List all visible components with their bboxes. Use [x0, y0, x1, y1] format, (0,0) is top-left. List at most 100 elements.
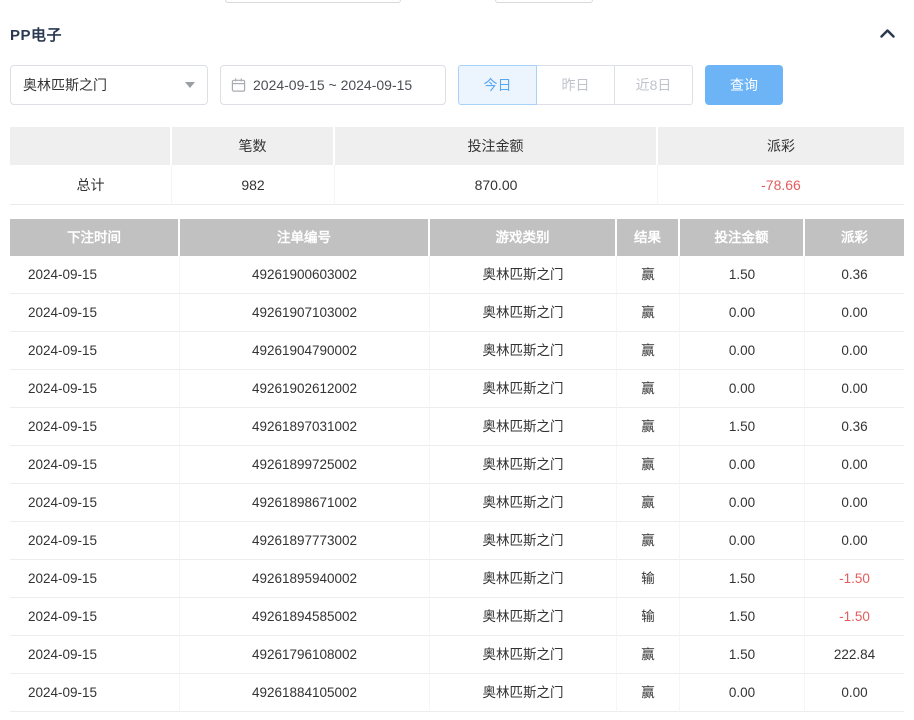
payout-cell: -1.50: [805, 560, 904, 598]
bet-time-cell: 2024-09-15: [10, 522, 180, 560]
table-row: 2024-09-15 49261907103002 奥林匹斯之门赢 0.00 0.00: [10, 294, 904, 332]
result-cell: 输: [617, 598, 680, 636]
bet-amount-cell: 0.00: [680, 332, 805, 370]
table-row: 2024-09-15 49261900603002 奥林匹斯之门赢 1.50 0.36: [10, 256, 904, 294]
pp-games-section: PP电子 奥林匹斯之门 2024-09-15 ~ 2024-09-15 今日 昨日…: [0, 0, 914, 720]
bet-time-cell: 2024-09-15: [10, 598, 180, 636]
game-select-value: 奥林匹斯之门: [23, 77, 107, 93]
payout-cell: 0.36: [805, 408, 904, 446]
chevron-down-icon: [185, 82, 195, 88]
bet-time-cell: 2024-09-15: [10, 446, 180, 484]
summary-header-payout: 派彩: [658, 127, 904, 165]
cutoff-input-fragment: [225, 0, 401, 3]
game-select[interactable]: 奥林匹斯之门: [10, 65, 208, 105]
result-cell: 赢: [617, 332, 680, 370]
payout-cell: 0.00: [805, 332, 904, 370]
bet-time-cell: 2024-09-15: [10, 256, 180, 294]
bet-id-cell: 49261900603002: [180, 256, 430, 294]
game-type-cell: 奥林匹斯之门: [430, 674, 617, 712]
table-header-row: 下注时间 注单编号 游戏类别 结果 投注金额 派彩: [10, 219, 904, 256]
bet-amount-cell: 1.50: [680, 598, 805, 636]
search-button[interactable]: 查询: [705, 65, 783, 105]
bet-amount-cell: 0.00: [680, 522, 805, 560]
header-payout: 派彩: [805, 219, 904, 256]
cutoff-input-fragment: [495, 0, 593, 3]
result-cell: 赢: [617, 370, 680, 408]
bet-amount-cell: 1.50: [680, 560, 805, 598]
header-bet-time: 下注时间: [10, 219, 180, 256]
date-range-input[interactable]: 2024-09-15 ~ 2024-09-15: [220, 65, 446, 105]
payout-cell: 0.00: [805, 484, 904, 522]
quick-filter-last8days[interactable]: 近8日: [614, 65, 693, 105]
bet-time-cell: 2024-09-15: [10, 408, 180, 446]
result-cell: 赢: [617, 636, 680, 674]
game-type-cell: 奥林匹斯之门: [430, 370, 617, 408]
section-header: PP电子: [0, 0, 914, 45]
table-row: 2024-09-15 49261884105002 奥林匹斯之门赢 0.00 0.00: [10, 674, 904, 712]
table-row: 2024-09-15 49261895940002 奥林匹斯之门输 1.50 -1.50: [10, 560, 904, 598]
game-type-cell: 奥林匹斯之门: [430, 484, 617, 522]
summary-total-payout: -78.66: [658, 165, 904, 205]
summary-header-row: 笔数 投注金额 派彩: [10, 127, 904, 165]
header-bet-id: 注单编号: [180, 219, 430, 256]
table-row: 2024-09-15 49261902612002 奥林匹斯之门赢 0.00 0.00: [10, 370, 904, 408]
bet-amount-cell: 1.50: [680, 408, 805, 446]
bet-id-cell: 49261897031002: [180, 408, 430, 446]
payout-cell: 0.00: [805, 674, 904, 712]
summary-total-label: 总计: [10, 165, 172, 205]
bet-time-cell: 2024-09-15: [10, 674, 180, 712]
bet-amount-cell: 0.00: [680, 446, 805, 484]
calendar-icon: [231, 77, 246, 93]
filter-toolbar: 奥林匹斯之门 2024-09-15 ~ 2024-09-15 今日 昨日 近8日 查…: [10, 65, 904, 105]
table-row: 2024-09-15 49261897773002 奥林匹斯之门赢 0.00 0.00: [10, 522, 904, 560]
bet-time-cell: 2024-09-15: [10, 636, 180, 674]
result-cell: 赢: [617, 522, 680, 560]
bet-id-cell: 49261894585002: [180, 598, 430, 636]
payout-cell: 0.36: [805, 256, 904, 294]
game-type-cell: 奥林匹斯之门: [430, 560, 617, 598]
summary-total-row: 总计 982 870.00 -78.66: [10, 165, 904, 205]
bet-id-cell: 49261884105002: [180, 674, 430, 712]
result-cell: 赢: [617, 674, 680, 712]
bet-amount-cell: 0.00: [680, 294, 805, 332]
bet-time-cell: 2024-09-15: [10, 484, 180, 522]
result-cell: 赢: [617, 256, 680, 294]
summary-total-bet-amount: 870.00: [335, 165, 658, 205]
quick-filter-today[interactable]: 今日: [458, 65, 537, 105]
bet-amount-cell: 1.50: [680, 256, 805, 294]
game-type-cell: 奥林匹斯之门: [430, 598, 617, 636]
table-row: 2024-09-15 49261894585002 奥林匹斯之门输 1.50 -1.50: [10, 598, 904, 636]
chevron-up-icon: [879, 27, 896, 42]
collapse-section-button[interactable]: [879, 27, 896, 42]
game-type-cell: 奥林匹斯之门: [430, 332, 617, 370]
summary-header-bet-amount: 投注金额: [335, 127, 658, 165]
payout-cell: 0.00: [805, 370, 904, 408]
header-result: 结果: [617, 219, 680, 256]
result-cell: 输: [617, 560, 680, 598]
payout-cell: -1.50: [805, 598, 904, 636]
bet-id-cell: 49261895940002: [180, 560, 430, 598]
result-cell: 赢: [617, 294, 680, 332]
game-type-cell: 奥林匹斯之门: [430, 522, 617, 560]
bet-id-cell: 49261796108002: [180, 636, 430, 674]
bet-time-cell: 2024-09-15: [10, 370, 180, 408]
bet-id-cell: 49261902612002: [180, 370, 430, 408]
result-cell: 赢: [617, 484, 680, 522]
payout-cell: 222.84: [805, 636, 904, 674]
bet-time-cell: 2024-09-15: [10, 332, 180, 370]
game-type-cell: 奥林匹斯之门: [430, 636, 617, 674]
bet-amount-cell: 0.00: [680, 370, 805, 408]
quick-filter-yesterday[interactable]: 昨日: [536, 65, 615, 105]
bet-id-cell: 49261897773002: [180, 522, 430, 560]
payout-cell: 0.00: [805, 294, 904, 332]
bet-time-cell: 2024-09-15: [10, 560, 180, 598]
bet-id-cell: 49261898671002: [180, 484, 430, 522]
bet-records-table: 下注时间 注单编号 游戏类别 结果 投注金额 派彩 2024-09-15 4926…: [10, 219, 904, 712]
summary-table: 笔数 投注金额 派彩 总计 982 870.00 -78.66: [10, 127, 904, 205]
bet-id-cell: 49261907103002: [180, 294, 430, 332]
bet-amount-cell: 0.00: [680, 674, 805, 712]
bet-id-cell: 49261904790002: [180, 332, 430, 370]
header-bet-amount: 投注金额: [680, 219, 805, 256]
game-type-cell: 奥林匹斯之门: [430, 294, 617, 332]
date-range-value: 2024-09-15 ~ 2024-09-15: [253, 77, 413, 93]
